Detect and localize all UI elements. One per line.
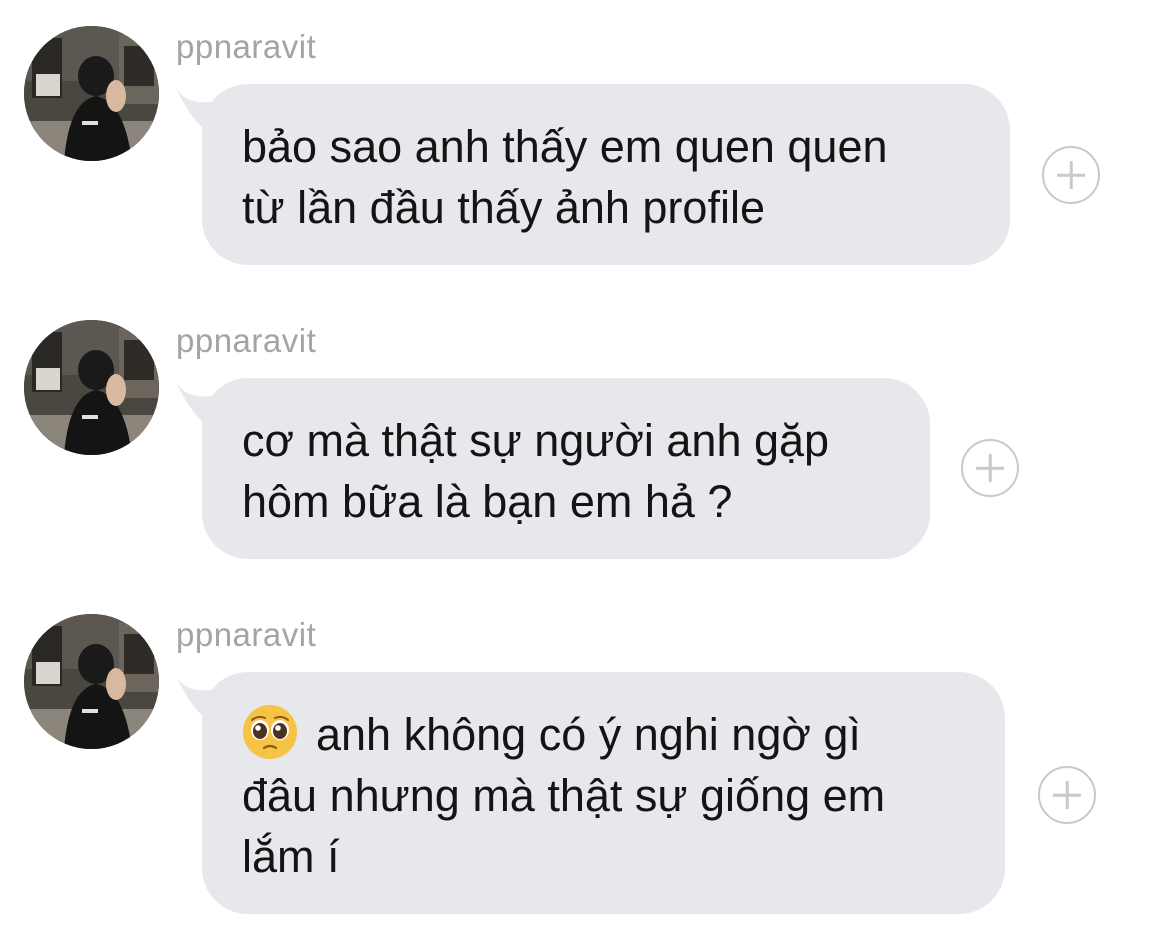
message-text: bảo sao anh thấy em quen quen từ lần đầu… — [242, 121, 888, 233]
sender-name: ppnaravit — [176, 28, 317, 65]
pleading-face-emoji-icon — [243, 705, 297, 759]
message-bubble[interactable]: bảo sao anh thấy em quen quen từ lần đầu… — [202, 84, 1010, 265]
add-reaction-icon[interactable] — [961, 439, 1019, 497]
sender-name: ppnaravit — [176, 322, 317, 359]
user-avatar-photo-icon — [24, 614, 159, 749]
avatar[interactable] — [24, 26, 159, 161]
message-text: anh không có ý nghi ngờ gì đâu nhưng mà … — [242, 709, 886, 882]
avatar[interactable] — [24, 320, 159, 455]
message-bubble[interactable]: anh không có ý nghi ngờ gì đâu nhưng mà … — [202, 672, 1005, 914]
avatar[interactable] — [24, 614, 159, 749]
add-reaction-icon[interactable] — [1042, 146, 1100, 204]
message-bubble[interactable]: cơ mà thật sự người anh gặp hôm bữa là b… — [202, 378, 930, 559]
add-reaction-icon[interactable] — [1038, 766, 1096, 824]
user-avatar-photo-icon — [24, 320, 159, 455]
sender-name: ppnaravit — [176, 616, 317, 653]
user-avatar-photo-icon — [24, 26, 159, 161]
message-text: cơ mà thật sự người anh gặp hôm bữa là b… — [242, 415, 830, 527]
